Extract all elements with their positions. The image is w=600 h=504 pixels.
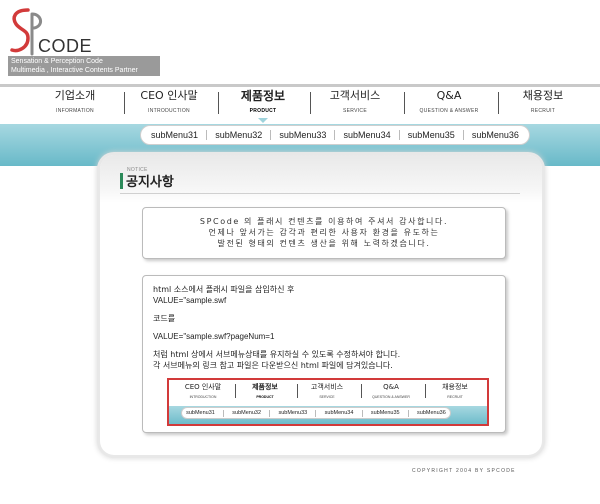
preview-submenu-31: subMenu31 <box>186 410 215 416</box>
header-divider <box>0 84 600 87</box>
intro-box: SPCode 의 플래시 컨텐츠를 이용하여 주셔서 감사합니다. 언제나 앞서… <box>142 207 506 259</box>
title-divider <box>120 193 520 194</box>
active-caret-icon <box>258 118 268 123</box>
submenu-separator <box>206 130 208 140</box>
submenu-separator <box>270 130 272 140</box>
nav-item-qna[interactable]: Q&A QUESTION & ANSWER <box>404 88 494 114</box>
nav-item-product[interactable]: 제품정보 PRODUCT <box>218 88 308 114</box>
instruction-line-6: 각 서브메뉴의 링크 참고 파일은 다운받으신 html 파일에 담겨있습니다. <box>153 361 393 370</box>
submenu-separator <box>334 130 336 140</box>
intro-line-2: 언제나 앞서가는 감각과 편리한 사용자 환경을 유도하는 <box>208 228 440 237</box>
menu-preview: CEO 인사말 INTRODUCTION 제품정보 PRODUCT 고객서비스 … <box>167 378 489 426</box>
preview-nav-qna: Q&A QUESTION & ANSWER <box>372 383 410 399</box>
preview-submenu-33: subMenu33 <box>278 410 308 416</box>
submenu-separator <box>462 130 464 140</box>
instruction-line-2: VALUE="sample.swf <box>153 296 227 305</box>
preview-nav-product: 제품정보 PRODUCT <box>252 383 278 399</box>
preview-submenu-separator <box>223 409 225 417</box>
preview-submenu-separator <box>407 409 409 417</box>
intro-line-1: SPCode 의 플래시 컨텐츠를 이용하여 주셔서 감사합니다. <box>199 217 449 226</box>
submenu-bar: subMenu31 subMenu32 subMenu33 subMenu34 … <box>140 125 530 145</box>
preview-nav-recruit: 채용정보 RECRUIT <box>442 383 468 399</box>
preview-submenu-separator <box>315 409 317 417</box>
submenu-item-33[interactable]: subMenu33 <box>279 130 326 140</box>
preview-nav-introduction: CEO 인사말 INTRODUCTION <box>184 383 222 399</box>
preview-submenu-36: subMenu36 <box>417 410 446 416</box>
page-title: 공지사항 <box>126 175 174 190</box>
preview-submenu-separator <box>361 409 363 417</box>
submenu-item-31[interactable]: subMenu31 <box>151 130 198 140</box>
preview-submenu-separator <box>269 409 271 417</box>
nav-item-information[interactable]: 기업소개 INFORMATION <box>30 88 120 114</box>
preview-submenu-32: subMenu32 <box>232 410 262 416</box>
nav-item-service[interactable]: 고객서비스 SERVICE <box>310 88 400 114</box>
instruction-line-5: 처럼 html 상에서 서브메뉴상태를 유지하실 수 있도록 수정하셔야 합니다… <box>153 350 401 359</box>
submenu-item-36[interactable]: subMenu36 <box>472 130 519 140</box>
submenu-item-35[interactable]: subMenu35 <box>408 130 455 140</box>
preview-submenu-35: subMenu35 <box>370 410 400 416</box>
nav-item-recruit[interactable]: 채용정보 RECRUIT <box>498 88 588 114</box>
preview-submenu-34: subMenu34 <box>324 410 354 416</box>
nav-item-introduction[interactable]: CEO 인사말 INTRODUCTION <box>124 88 214 114</box>
preview-nav-service: 고객서비스 SERVICE <box>310 383 344 399</box>
instruction-line-4: VALUE="sample.swf?pageNum=1 <box>153 332 275 341</box>
content-panel: NOTICE 공지사항 SPCode 의 플래시 컨텐츠를 이용하여 주셔서 감… <box>100 155 542 455</box>
tagline: Sensation & Perception Code Multimedia ,… <box>8 56 160 76</box>
main-nav: 기업소개 INFORMATION CEO 인사말 INTRODUCTION 제품… <box>0 88 600 124</box>
instruction-line-1: html 소스에서 플래시 파일을 삽입하신 후 <box>153 285 295 294</box>
submenu-separator <box>398 130 400 140</box>
submenu-item-34[interactable]: subMenu34 <box>344 130 391 140</box>
submenu-item-32[interactable]: subMenu32 <box>215 130 262 140</box>
title-accent <box>120 173 123 189</box>
instructions-box: html 소스에서 플래시 파일을 삽입하신 후 VALUE="sample.s… <box>142 275 506 433</box>
logo-text: CODE <box>38 36 93 56</box>
intro-line-3: 발전된 형태의 컨텐츠 생산을 위해 노력하겠습니다. <box>217 239 431 248</box>
copyright: COPYRIGHT 2004 BY SPCODE <box>412 468 516 474</box>
preview-submenu: subMenu31 subMenu32 subMenu33 subMenu34 … <box>181 407 451 419</box>
instruction-line-3: 코드를 <box>153 314 176 323</box>
